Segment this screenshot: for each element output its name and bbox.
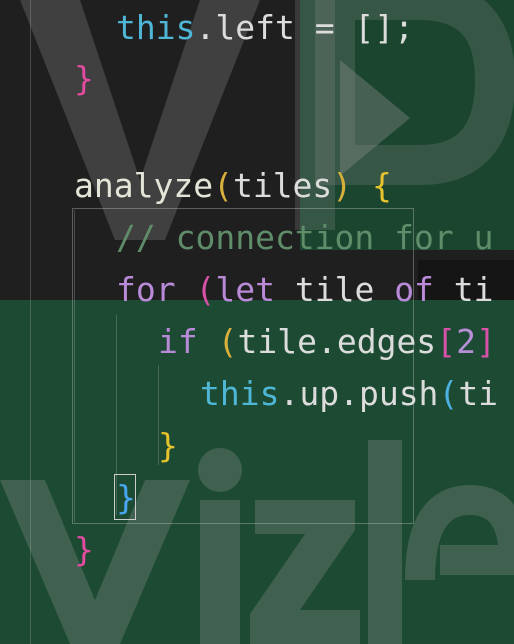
token-open-paren: ( [438, 374, 459, 413]
token-ti: ti [458, 374, 499, 413]
token-close-brace: } [74, 59, 94, 98]
token-close-paren: ) [332, 166, 353, 205]
code-line-10: } [116, 472, 136, 523]
token-for: for [116, 270, 176, 309]
code-line-2: } [74, 53, 94, 104]
token-ti: ti [433, 270, 494, 309]
code-line-6: for (let tile of ti [116, 264, 494, 315]
token-this: this [200, 374, 280, 413]
token-left-assign: .left = []; [195, 8, 415, 47]
token-comment: // connection for u [116, 218, 494, 257]
token-close-brace: } [116, 478, 136, 517]
code-line-7: if (tile.edges[2] [158, 316, 496, 367]
code-line-11: } [74, 524, 94, 575]
token-let: let [215, 270, 275, 309]
token-tiles: tiles [232, 166, 333, 205]
token-open-paren: ( [175, 270, 216, 309]
token-up-push: .up.push [279, 374, 439, 413]
code-line-4: analyze(tiles) { [74, 160, 392, 211]
code-editor-screen: this.left = []; } analyze(tiles) { // co… [0, 0, 514, 644]
code-line-1: this.left = []; [116, 2, 414, 53]
token-close-bracket: ] [475, 322, 496, 361]
code-line-9: } [158, 420, 178, 471]
code-line-5: // connection for u [116, 212, 494, 263]
token-tile: tile [274, 270, 395, 309]
token-close-brace: } [158, 426, 178, 465]
token-close-brace: } [74, 530, 94, 569]
token-open-paren: ( [213, 166, 233, 205]
token-open-bracket: [ [436, 322, 457, 361]
code-line-8: this.up.push(ti [200, 368, 498, 419]
token-analyze: analyze [74, 166, 214, 205]
token-number: 2 [456, 322, 476, 361]
token-of: of [394, 270, 434, 309]
token-this: this [116, 8, 196, 47]
token-if: if [158, 322, 198, 361]
token-open-brace: { [352, 166, 392, 205]
code-text-area[interactable]: this.left = []; } analyze(tiles) { // co… [0, 0, 514, 644]
token-open-paren: ( [197, 322, 238, 361]
token-tile-edges: tile.edges [237, 322, 437, 361]
